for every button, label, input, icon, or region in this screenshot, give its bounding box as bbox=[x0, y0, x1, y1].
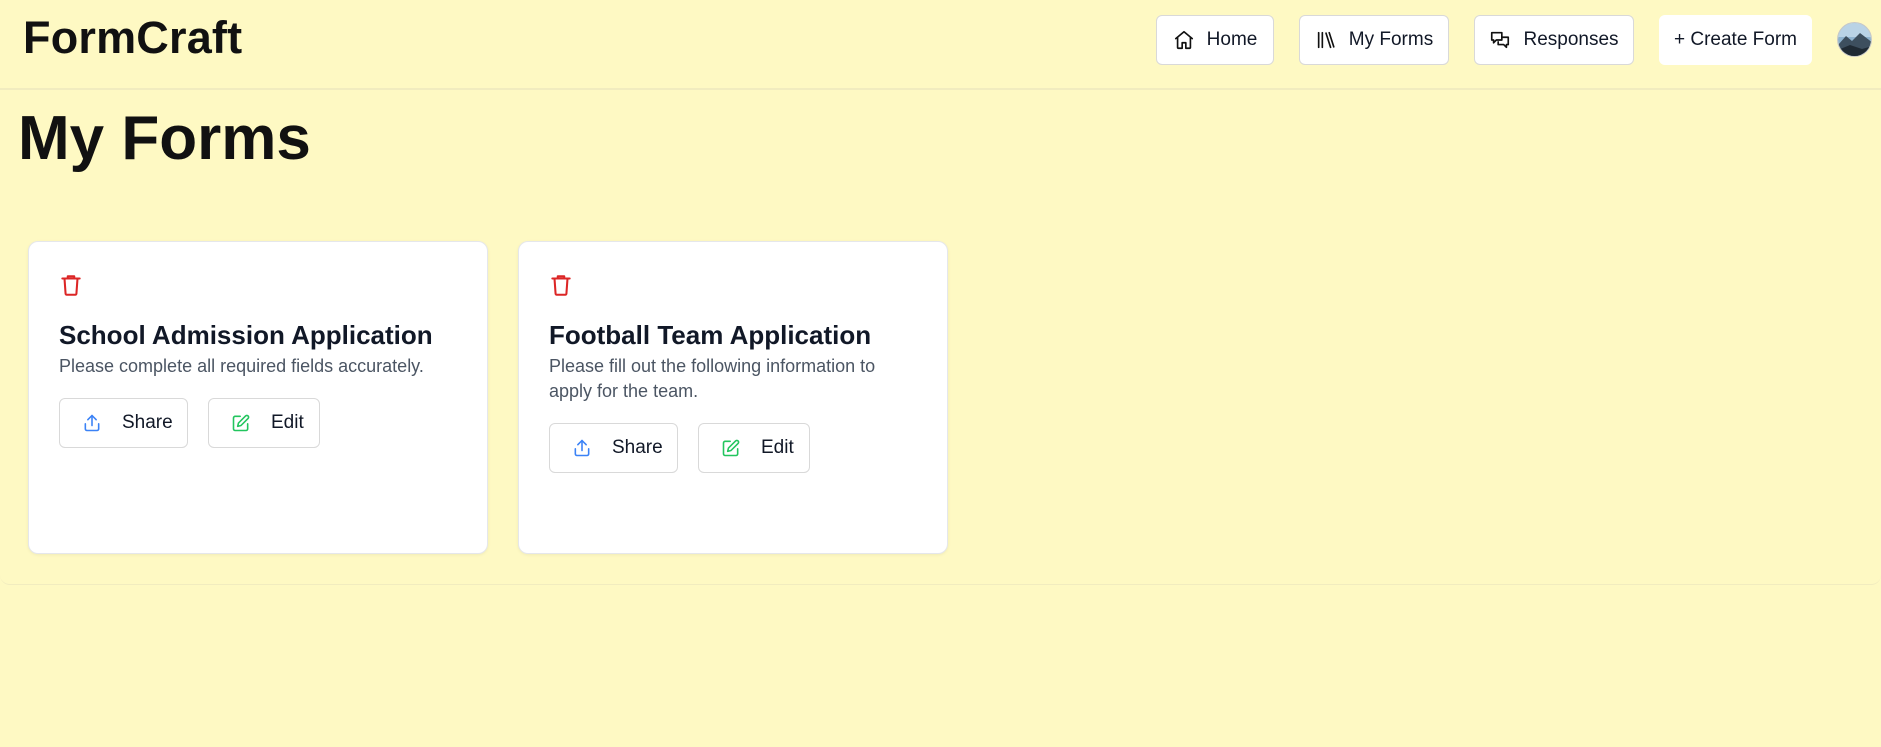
home-icon bbox=[1173, 29, 1195, 51]
trash-icon[interactable] bbox=[548, 272, 574, 298]
nav-responses-label: Responses bbox=[1523, 29, 1619, 50]
edit-icon bbox=[231, 413, 251, 433]
chat-icon bbox=[1489, 29, 1511, 51]
edit-icon bbox=[721, 438, 741, 458]
create-form-button[interactable]: + Create Form bbox=[1659, 15, 1812, 65]
form-description: Please complete all required fields accu… bbox=[59, 356, 424, 376]
edit-button[interactable]: Edit bbox=[208, 398, 320, 448]
nav-home-label: Home bbox=[1206, 29, 1258, 50]
top-header: FormCraft Home My Forms Responses + Crea… bbox=[0, 0, 1881, 90]
form-title[interactable]: School Admission Application bbox=[59, 320, 433, 351]
share-button[interactable]: Share bbox=[549, 423, 678, 473]
page-title: My Forms bbox=[18, 104, 311, 173]
nav-home-button[interactable]: Home bbox=[1156, 15, 1274, 65]
library-icon bbox=[1315, 29, 1337, 51]
share-label: Share bbox=[122, 412, 173, 433]
form-card: Football Team Application Please fill ou… bbox=[518, 241, 948, 554]
edit-button[interactable]: Edit bbox=[698, 423, 810, 473]
app-logo-text[interactable]: FormCraft bbox=[23, 12, 242, 64]
share-button[interactable]: Share bbox=[59, 398, 188, 448]
share-label: Share bbox=[612, 437, 663, 458]
form-description: Please fill out the following informatio… bbox=[549, 356, 876, 401]
form-actions: Share Edit bbox=[59, 398, 320, 448]
trash-icon[interactable] bbox=[58, 272, 84, 298]
share-icon bbox=[572, 438, 592, 458]
edit-label: Edit bbox=[271, 412, 304, 433]
edit-label: Edit bbox=[761, 437, 794, 458]
nav-responses-button[interactable]: Responses bbox=[1474, 15, 1634, 65]
form-card: School Admission Application Please comp… bbox=[28, 241, 488, 554]
form-actions: Share Edit bbox=[549, 423, 810, 473]
user-avatar[interactable] bbox=[1837, 22, 1872, 57]
nav-my-forms-label: My Forms bbox=[1348, 29, 1434, 50]
share-icon bbox=[82, 413, 102, 433]
form-title[interactable]: Football Team Application bbox=[549, 320, 871, 351]
nav-my-forms-button[interactable]: My Forms bbox=[1299, 15, 1449, 65]
create-form-label: + Create Form bbox=[1673, 29, 1797, 50]
